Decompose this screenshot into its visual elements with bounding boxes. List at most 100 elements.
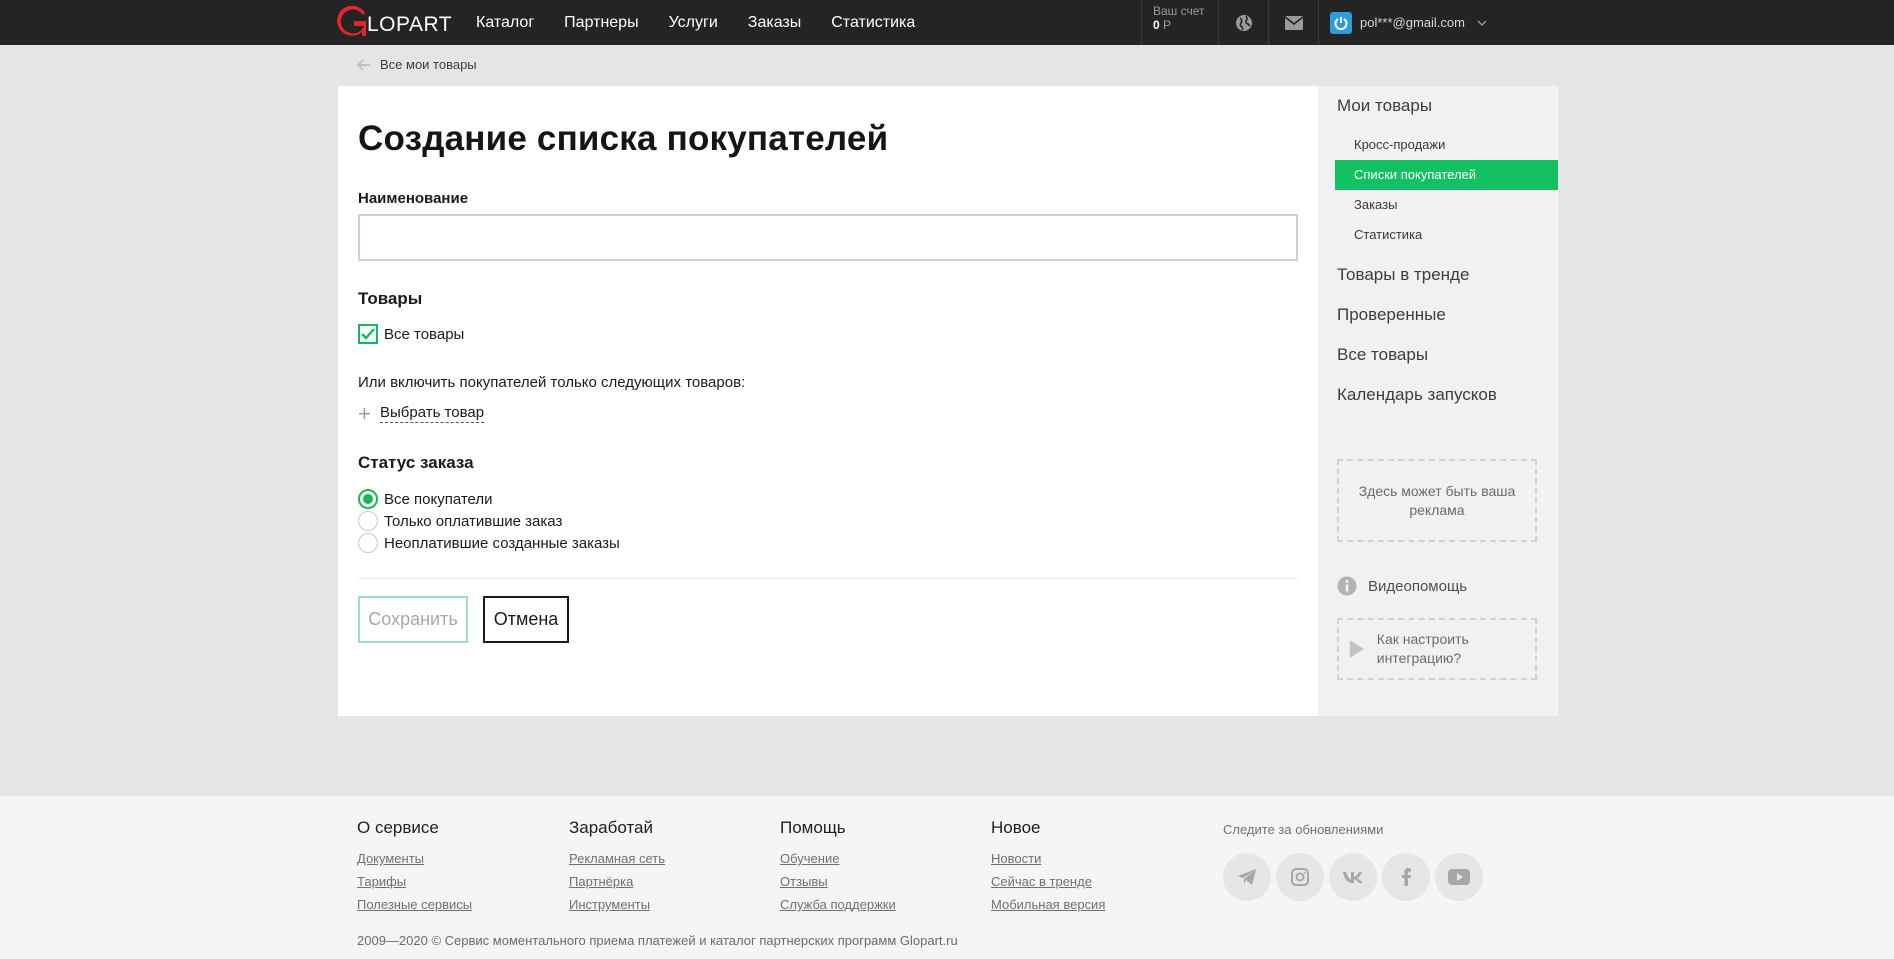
checkbox-checked-icon xyxy=(358,324,378,344)
sidebar-my-products[interactable]: Мои товары xyxy=(1337,96,1432,116)
nav-partners[interactable]: Партнеры xyxy=(564,14,638,32)
video-integration-link[interactable]: Как настроить интеграцию? xyxy=(1337,618,1537,680)
sidebar-item-buyer-lists[interactable]: Списки покупателей xyxy=(1335,160,1558,190)
youtube-icon xyxy=(1448,869,1470,885)
order-status-title: Статус заказа xyxy=(358,453,474,472)
all-products-checkbox[interactable]: Все товары xyxy=(358,324,464,344)
sidebar: Мои товары Кросс-продажи Списки покупате… xyxy=(1318,86,1558,716)
facebook-icon xyxy=(1402,868,1411,886)
arrow-left-icon xyxy=(357,58,370,71)
footer-link[interactable]: Партнёрка xyxy=(569,873,665,890)
create-list-form: Создание списка покупателей Наименование… xyxy=(338,86,1318,716)
ad-placeholder[interactable]: Здесь может быть ваша реклама xyxy=(1337,459,1537,542)
footer-link[interactable]: Рекламная сеть xyxy=(569,850,665,867)
products-title: Товары xyxy=(358,289,423,308)
footer-link[interactable]: Обучение xyxy=(780,850,896,867)
globe-button[interactable] xyxy=(1220,0,1269,45)
logo-g-icon xyxy=(337,6,369,38)
video-help-heading: Видеопомощь xyxy=(1337,576,1467,596)
social-links xyxy=(1223,853,1488,901)
info-icon xyxy=(1337,576,1357,596)
radio-icon xyxy=(358,533,378,553)
chevron-down-icon xyxy=(1477,20,1487,26)
breadcrumb-back-label: Все мои товары xyxy=(380,57,477,72)
footer-col-about: О сервисе Документы Тарифы Полезные серв… xyxy=(357,818,472,919)
power-icon xyxy=(1334,16,1348,30)
balance-currency: Р xyxy=(1163,18,1172,32)
sidebar-item-cross-sales[interactable]: Кросс-продажи xyxy=(1335,130,1558,160)
footer-link[interactable]: Полезные сервисы xyxy=(357,896,472,913)
breadcrumb[interactable]: Все мои товары xyxy=(357,57,477,72)
status-option-paid[interactable]: Только оплатившие заказ xyxy=(358,511,562,531)
sidebar-item-orders[interactable]: Заказы xyxy=(1335,190,1558,220)
globe-icon xyxy=(1236,14,1252,31)
footer-link[interactable]: Инструменты xyxy=(569,896,665,913)
sidebar-all-products[interactable]: Все товары xyxy=(1337,345,1428,365)
sidebar-launch-calendar[interactable]: Календарь запусков xyxy=(1337,385,1497,405)
nav-catalog[interactable]: Каталог xyxy=(476,14,534,32)
telegram-button[interactable] xyxy=(1223,853,1271,901)
status-option-label: Только оплатившие заказ xyxy=(384,512,563,530)
logo-text: LOPART xyxy=(367,13,453,36)
name-label: Наименование xyxy=(358,190,469,207)
name-input[interactable] xyxy=(358,214,1298,261)
envelope-icon xyxy=(1285,15,1303,30)
status-option-unpaid[interactable]: Неоплатившие созданные заказы xyxy=(358,533,620,553)
save-button[interactable]: Сохранить xyxy=(358,596,468,643)
balance-value: 0 xyxy=(1153,18,1160,32)
status-option-label: Неоплатившие созданные заказы xyxy=(384,534,620,552)
footer-link[interactable]: Отзывы xyxy=(780,873,896,890)
user-email: pol***@gmail.com xyxy=(1360,15,1465,30)
status-option-label: Все покупатели xyxy=(384,490,493,508)
messages-button[interactable] xyxy=(1270,0,1319,45)
footer-col-title: Новое xyxy=(991,818,1041,837)
account-balance[interactable]: Ваш счет 0 Р xyxy=(1141,0,1219,45)
vk-button[interactable] xyxy=(1329,853,1377,901)
footer-col-new: Новое Новости Сейчас в тренде Мобильная … xyxy=(991,818,1105,919)
sidebar-item-statistics[interactable]: Статистика xyxy=(1335,220,1558,250)
ad-text: Здесь может быть ваша реклама xyxy=(1358,482,1516,518)
footer-link[interactable]: Служба поддержки xyxy=(780,896,896,913)
page-title: Создание списка покупателей xyxy=(358,119,889,158)
top-bar: LOPART Каталог Партнеры Услуги Заказы Ст… xyxy=(0,0,1894,45)
video-help-label: Видеопомощь xyxy=(1368,577,1468,595)
all-products-label: Все товары xyxy=(384,325,465,343)
instagram-button[interactable] xyxy=(1276,853,1324,901)
footer: О сервисе Документы Тарифы Полезные серв… xyxy=(0,796,1894,959)
sidebar-trending[interactable]: Товары в тренде xyxy=(1337,265,1469,285)
account-label: Ваш счет xyxy=(1153,4,1205,18)
telegram-icon xyxy=(1238,869,1256,885)
footer-link[interactable]: Новости xyxy=(991,850,1105,867)
play-icon xyxy=(1349,640,1364,658)
footer-link[interactable]: Сейчас в тренде xyxy=(991,873,1105,890)
user-menu[interactable]: pol***@gmail.com xyxy=(1330,0,1487,45)
divider xyxy=(358,578,1298,579)
radio-icon xyxy=(358,511,378,531)
choose-product-label: Выбрать товар xyxy=(380,404,485,423)
plus-icon: + xyxy=(358,400,371,426)
footer-col-earn: Заработай Рекламная сеть Партнёрка Инстр… xyxy=(569,818,665,919)
balance: 0 Р xyxy=(1153,18,1218,32)
radio-selected-icon xyxy=(358,489,378,509)
vk-icon xyxy=(1343,872,1363,883)
nav-orders[interactable]: Заказы xyxy=(748,14,801,32)
nav-services[interactable]: Услуги xyxy=(669,14,718,32)
video-item-label: Как настроить интеграцию? xyxy=(1376,631,1469,666)
cancel-button[interactable]: Отмена xyxy=(483,596,569,643)
avatar xyxy=(1330,11,1352,34)
choose-product-link[interactable]: + Выбрать товар xyxy=(358,400,485,426)
footer-link[interactable]: Тарифы xyxy=(357,873,472,890)
youtube-button[interactable] xyxy=(1435,853,1483,901)
sidebar-verified[interactable]: Проверенные xyxy=(1337,305,1446,325)
glopart-logo[interactable]: LOPART xyxy=(337,5,452,39)
status-option-all[interactable]: Все покупатели xyxy=(358,489,493,509)
footer-col-title: Помощь xyxy=(780,818,846,837)
include-products-text: Или включить покупателей только следующи… xyxy=(358,374,746,391)
instagram-icon xyxy=(1291,868,1309,886)
footer-link[interactable]: Документы xyxy=(357,850,472,867)
footer-col-title: О сервисе xyxy=(357,818,439,837)
nav-statistics[interactable]: Статистика xyxy=(831,14,915,32)
facebook-button[interactable] xyxy=(1382,853,1430,901)
footer-link[interactable]: Мобильная версия xyxy=(991,896,1105,913)
footer-col-help: Помощь Обучение Отзывы Служба поддержки xyxy=(780,818,896,919)
